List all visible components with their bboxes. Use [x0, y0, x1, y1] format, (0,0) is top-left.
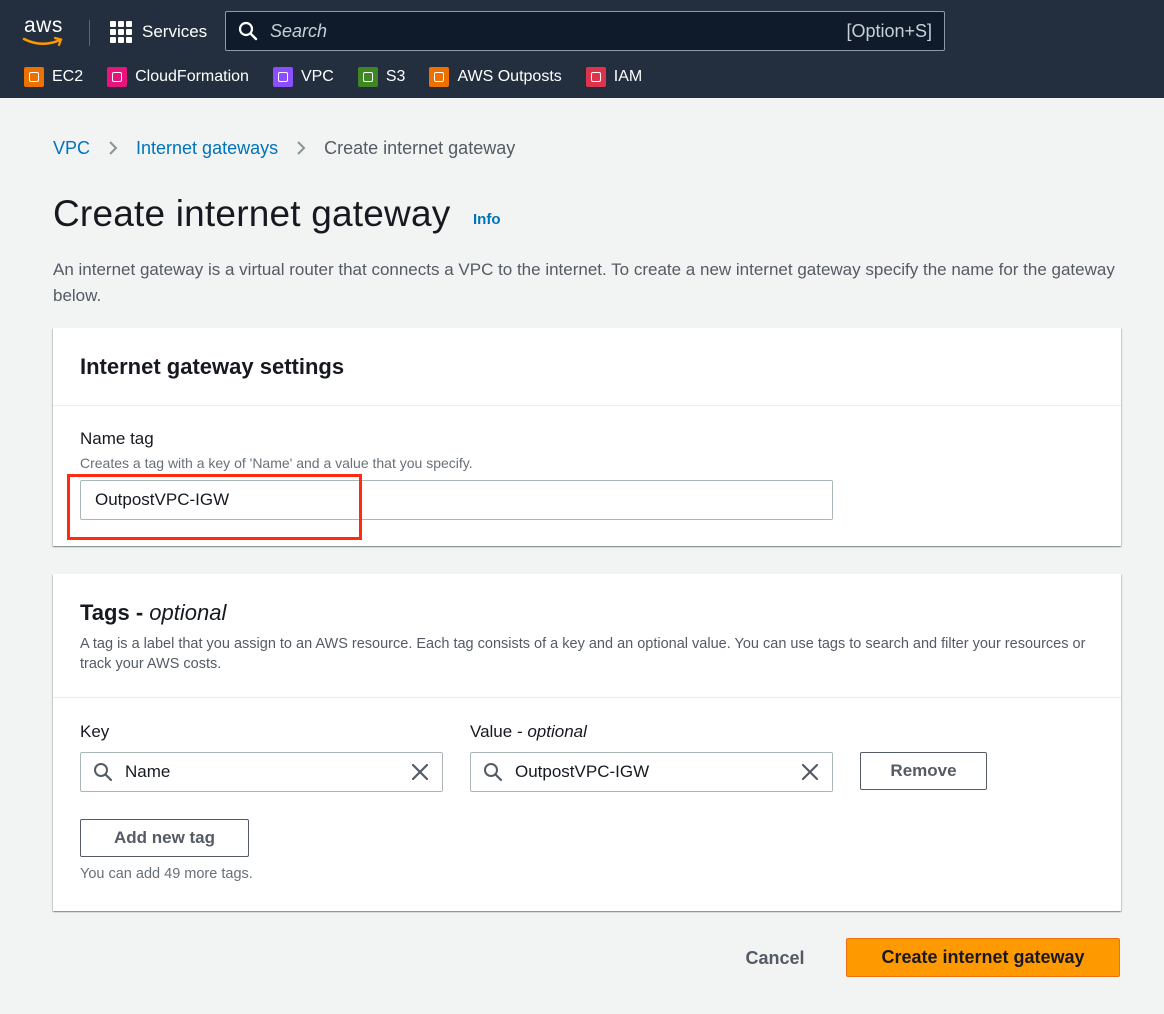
cancel-button[interactable]: Cancel [730, 940, 820, 976]
breadcrumb-internet-gateways[interactable]: Internet gateways [136, 138, 278, 159]
iam-icon [585, 67, 606, 87]
favorite-label: VPC [300, 68, 334, 85]
internet-gateway-settings-panel: Internet gateway settings Name tag Creat… [53, 328, 1121, 546]
cloudformation-icon [107, 67, 128, 87]
favorite-label: IAM [613, 68, 643, 85]
outposts-icon [429, 67, 450, 87]
tag-value-value: OutpostVPC-IGW [515, 762, 650, 781]
aws-smile-icon [22, 36, 63, 47]
optional-label: optional [527, 722, 587, 741]
search-input[interactable] [258, 20, 847, 42]
aws-logo-text: aws [24, 14, 63, 37]
tags-panel: Tags - optional A tag is a label that yo… [53, 574, 1121, 911]
s3-icon [357, 67, 378, 87]
favorite-vpc[interactable]: VPC [272, 67, 334, 87]
breadcrumb-vpc[interactable]: VPC [53, 138, 90, 159]
services-label: Services [142, 22, 208, 41]
search-shortcut-hint: [Option+S] [846, 20, 932, 41]
favorite-label: EC2 [52, 68, 84, 85]
search-icon [484, 763, 503, 782]
search-icon [238, 21, 258, 41]
search-icon [94, 763, 113, 782]
clear-value-button[interactable] [800, 762, 820, 782]
close-icon [411, 763, 429, 781]
tag-key-value: Name [125, 762, 171, 781]
clear-key-button[interactable] [410, 762, 430, 782]
tags-remaining-hint: You can add 49 more tags. [80, 866, 253, 882]
info-link[interactable]: Info [473, 211, 501, 228]
breadcrumb-current: Create internet gateway [324, 137, 516, 158]
favorite-ec2[interactable]: EC2 [24, 67, 83, 87]
breadcrumb: VPC Internet gateways Create internet ga… [53, 136, 515, 160]
favorite-cloudformation[interactable]: CloudFormation [107, 67, 249, 87]
favorite-s3[interactable]: S3 [357, 67, 406, 87]
tags-panel-header: Tags - optional A tag is a label that yo… [53, 574, 1121, 698]
tag-value-input[interactable]: OutpostVPC-IGW [470, 752, 833, 792]
aws-logo[interactable]: aws [22, 14, 66, 50]
top-navigation: aws Services [Option+S] EC2 [0, 0, 1164, 98]
favorite-aws-outposts[interactable]: AWS Outposts [429, 67, 562, 87]
tag-key-label: Key [80, 722, 110, 741]
create-internet-gateway-button[interactable]: Create internet gateway [846, 938, 1120, 977]
tag-value-label: Value - optional [470, 722, 587, 741]
optional-label: optional [149, 600, 227, 625]
remove-tag-button[interactable]: Remove [860, 752, 987, 790]
name-tag-label: Name tag [80, 429, 154, 448]
favorite-label: S3 [385, 68, 406, 85]
tag-key-input[interactable]: Name [80, 752, 443, 792]
tags-panel-title: Tags - optional [80, 600, 227, 625]
favorites-bar: EC2 CloudFormation VPC S3 AWS Outposts I… [24, 64, 666, 90]
grid-menu-icon [110, 21, 132, 43]
top-nav-row: aws Services [Option+S] [0, 4, 1164, 58]
settings-panel-header: Internet gateway settings [53, 328, 1121, 406]
add-new-tag-button[interactable]: Add new tag [80, 819, 249, 857]
services-menu-button[interactable]: Services [110, 20, 207, 44]
page-title: Create internet gateway [53, 193, 451, 234]
name-tag-description: Creates a tag with a key of 'Name' and a… [80, 455, 473, 471]
settings-panel-title: Internet gateway settings [80, 354, 345, 379]
favorite-label: AWS Outposts [457, 68, 562, 85]
nav-divider [89, 20, 90, 46]
favorite-iam[interactable]: IAM [585, 67, 643, 87]
global-search[interactable]: [Option+S] [225, 11, 945, 51]
vpc-icon [272, 67, 293, 87]
chevron-right-icon [108, 140, 118, 156]
tags-panel-description: A tag is a label that you assign to an A… [80, 636, 1086, 672]
ec2-icon [24, 67, 44, 87]
close-icon [801, 763, 819, 781]
chevron-right-icon [296, 140, 306, 156]
name-tag-input[interactable] [80, 480, 833, 520]
page-description: An internet gateway is a virtual router … [53, 260, 1115, 305]
favorite-label: CloudFormation [135, 68, 249, 85]
